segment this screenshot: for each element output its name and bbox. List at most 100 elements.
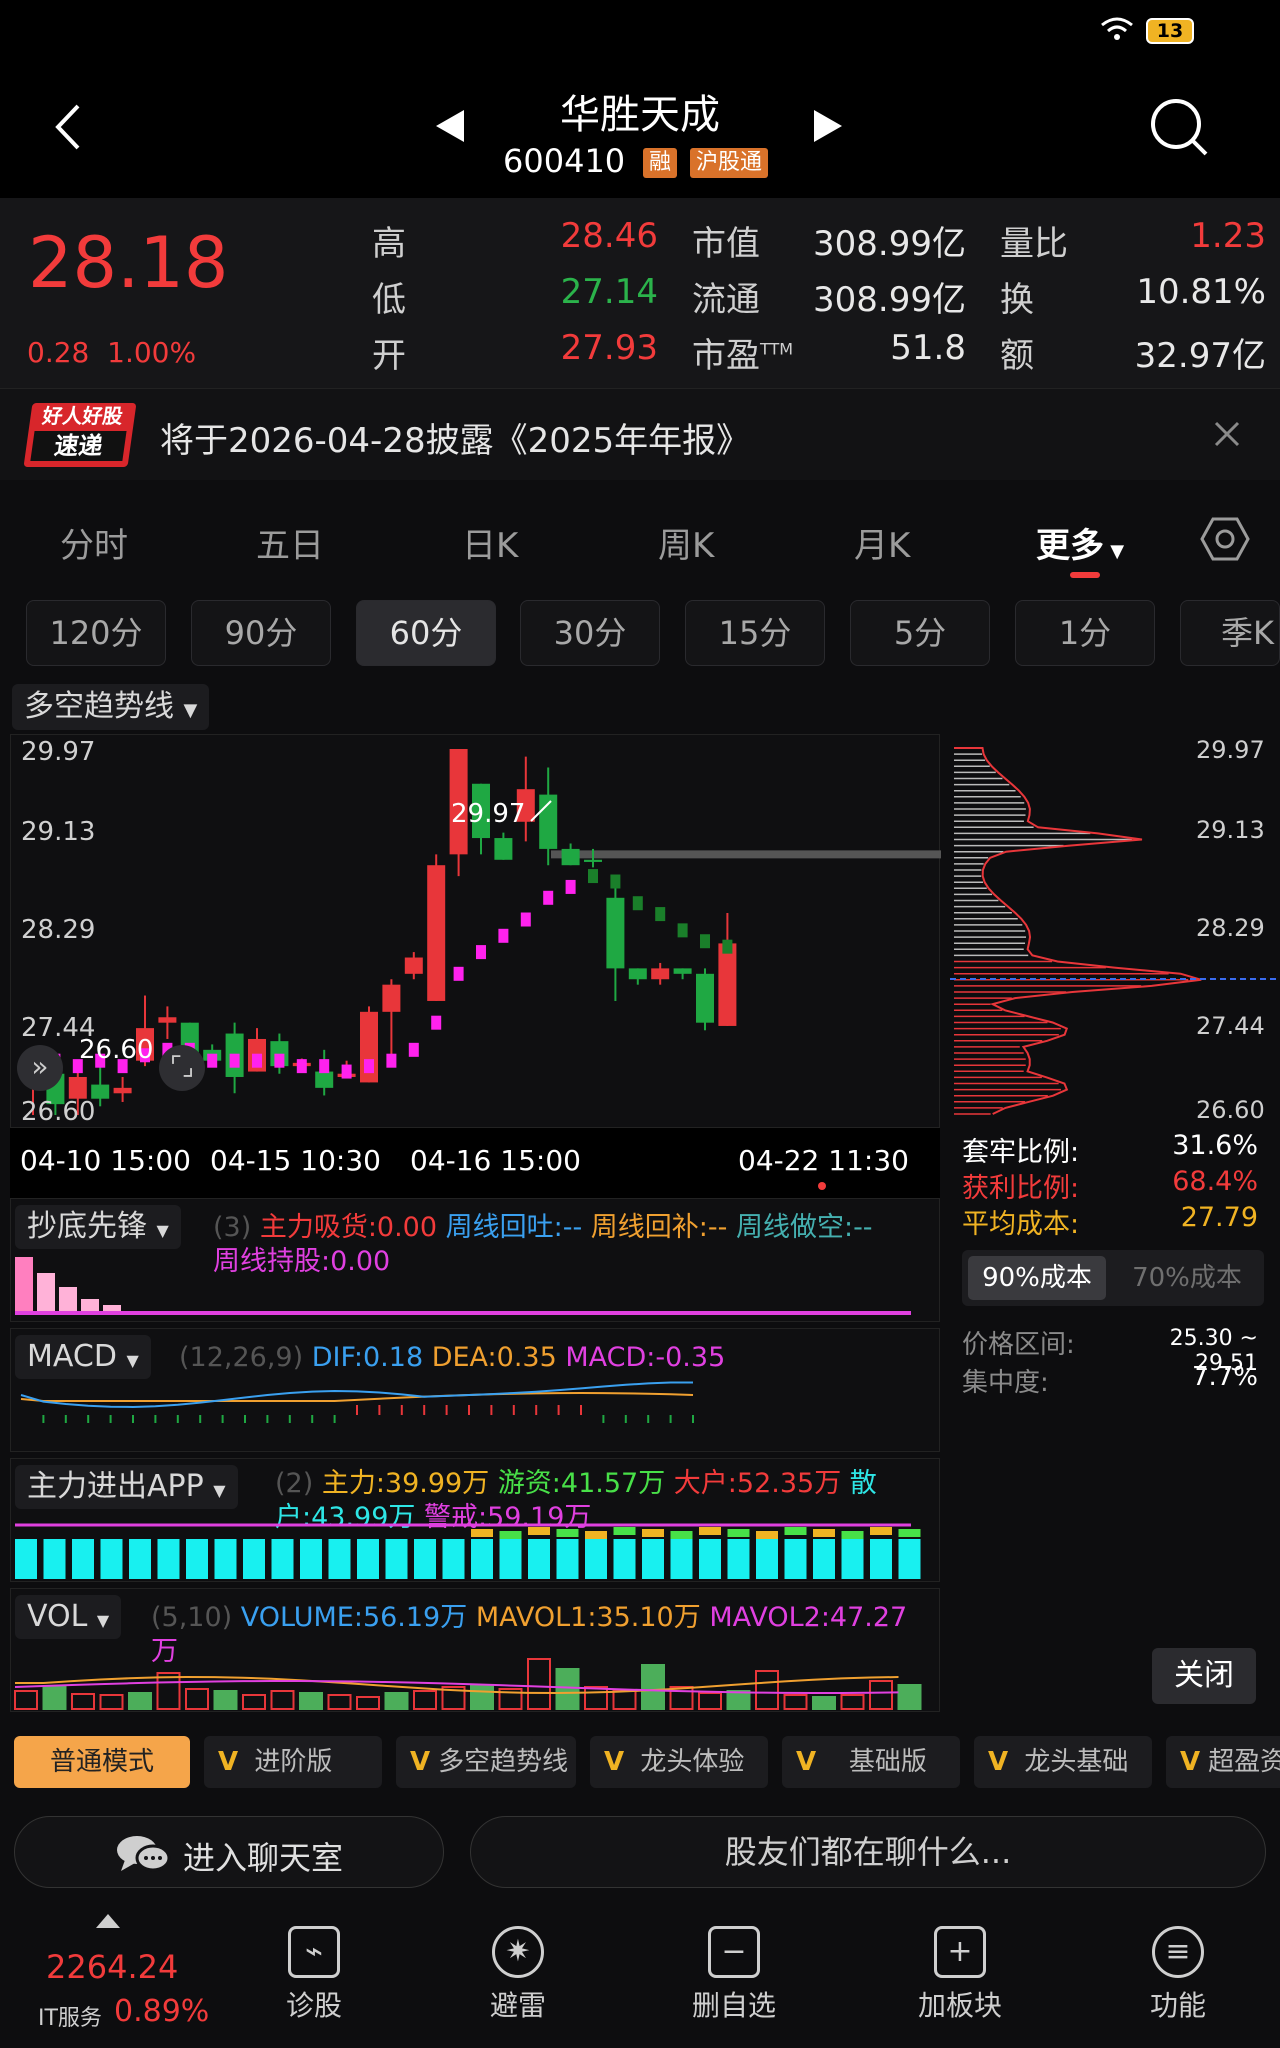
index-value[interactable]: 2264.24 — [46, 1948, 178, 1986]
interval-30[interactable]: 30分 — [520, 600, 660, 666]
close-chip-button[interactable]: 关闭 — [1152, 1648, 1256, 1704]
capital-bar — [214, 1539, 237, 1579]
wifi-icon — [1101, 17, 1133, 40]
tab-month-k[interactable]: 月K — [854, 518, 910, 567]
trend-mark — [252, 1053, 262, 1068]
cost70-button[interactable]: 70%成本 — [1118, 1256, 1256, 1300]
trend-mark — [229, 1053, 240, 1068]
capital-bar — [186, 1539, 208, 1579]
high-value: 28.46 — [560, 216, 658, 256]
mode-super-profit[interactable]: V 超盈资 — [1166, 1736, 1280, 1788]
indicator-panel-volume[interactable]: VOL ▼ (5,10) VOLUME:56.19万 MAVOL1:35.10万… — [10, 1588, 940, 1712]
fullscreen-icon[interactable]: ⌜⌟ — [159, 1045, 205, 1091]
volume-bar — [413, 1690, 437, 1710]
candle-body — [382, 984, 401, 1012]
volratio-label: 量比 — [1000, 224, 1068, 264]
indicator-dropdown[interactable]: 多空趋势线 ▼ — [12, 684, 210, 730]
range-label: 价格区间: — [962, 1330, 1075, 1360]
low-value: 27.14 — [560, 272, 658, 312]
index-name: IT服务 — [38, 2006, 102, 2031]
candle-body — [561, 848, 580, 866]
enter-chat-label: 进入聊天室 — [183, 1839, 344, 1877]
tab-week-k[interactable]: 周K — [658, 518, 714, 567]
candle-body — [494, 838, 513, 860]
capital-bar — [385, 1539, 408, 1579]
chat-prompt[interactable]: 股友们都在聊什么... — [470, 1816, 1266, 1888]
nav-functions[interactable]: ≡ 功能 — [1118, 1926, 1238, 2024]
chip-price-5: 26.60 — [1196, 1096, 1265, 1124]
indicator-panel-capital[interactable]: 主力进出APP ▼ (2) 主力:39.99万 游资:41.57万 大户:52.… — [10, 1458, 940, 1582]
volume-bar — [156, 1672, 181, 1710]
trend-mark — [296, 1059, 307, 1074]
trend-mark — [632, 896, 643, 911]
trend-mark — [319, 1059, 330, 1074]
capital-bar — [100, 1539, 123, 1579]
capital-top-bar — [528, 1527, 550, 1535]
nav-remove-watch[interactable]: − 删自选 — [674, 1926, 794, 2024]
mode-leader-trial[interactable]: V 龙头体验 — [590, 1736, 768, 1788]
interval-5[interactable]: 5分 — [850, 600, 990, 666]
volume-bar — [555, 1668, 580, 1710]
amount-value: 32.97亿 — [1134, 336, 1266, 376]
candle-body — [606, 897, 625, 969]
date-label-1: 04-10 15:00 — [20, 1144, 191, 1177]
tab-5day[interactable]: 五日 — [256, 518, 324, 567]
margin-tag: 融 — [643, 148, 678, 178]
turnover-label: 换 — [1000, 280, 1034, 320]
capital-bar — [72, 1539, 94, 1579]
kline-chart[interactable]: 29.97 29.13 28.29 27.44 26.60 29.97 26.6… — [10, 734, 941, 1128]
mode-normal[interactable]: 普通模式 — [14, 1736, 190, 1788]
tab-intraday[interactable]: 分时 — [60, 518, 128, 567]
capital-bar — [414, 1539, 436, 1579]
chat-bar: 进入聊天室 股友们都在聊什么... — [0, 1802, 1280, 1902]
capital-top-bar — [784, 1527, 807, 1535]
interval-15[interactable]: 15分 — [685, 600, 825, 666]
cost90-button[interactable]: 90%成本 — [968, 1256, 1106, 1300]
interval-1[interactable]: 1分 — [1015, 600, 1155, 666]
open-label: 开 — [372, 336, 406, 376]
mode-trend[interactable]: V 多空趋势线 — [396, 1736, 576, 1788]
interval-120[interactable]: 120分 — [26, 600, 166, 666]
search-icon[interactable] — [1148, 96, 1210, 158]
capital-top-bar — [670, 1531, 693, 1539]
chip-price-2: 29.13 — [1196, 816, 1265, 844]
nav-add-sector[interactable]: + 加板块 — [900, 1926, 1020, 2024]
trend-mark — [364, 1059, 374, 1074]
indicator-panel-bottom-fish[interactable]: 抄底先锋 ▼ (3) 主力吸货:0.00 周线回吐:-- 周线回补:-- 周线做… — [10, 1198, 940, 1322]
high-label: 高 — [372, 224, 406, 264]
nav-avoid-risk[interactable]: ✷ 避雷 — [458, 1926, 578, 2024]
interval-season[interactable]: 季K — [1180, 600, 1280, 666]
capital-bar — [727, 1539, 750, 1579]
enter-chat-button[interactable]: 进入聊天室 — [14, 1816, 444, 1888]
stock-name: 华胜天成 — [560, 92, 720, 138]
expand-left-icon[interactable]: » — [17, 1045, 63, 1091]
open-value: 27.93 — [560, 328, 658, 368]
news-badge-icon: 好人好股 速递 — [23, 403, 137, 467]
indicator-panel-macd[interactable]: MACD ▼ (12,26,9) DIF:0.18 DEA:0.35 MACD:… — [10, 1328, 940, 1452]
candle-body — [404, 957, 423, 974]
mode-basic[interactable]: V 基础版 — [782, 1736, 960, 1788]
battery-level: 13 — [1156, 20, 1184, 42]
nav-diagnose[interactable]: ⌁ 诊股 — [254, 1926, 374, 2024]
close-icon[interactable] — [1214, 421, 1240, 447]
interval-90[interactable]: 90分 — [191, 600, 331, 666]
bottom-fish-plot — [15, 1257, 911, 1315]
minus-box-icon: − — [708, 1926, 760, 1978]
capital-top-bar — [841, 1531, 864, 1539]
interval-60[interactable]: 60分 — [356, 600, 496, 666]
candle-body — [628, 968, 647, 980]
trend-mark — [722, 939, 733, 954]
tab-more[interactable]: 更多 ▼ — [1036, 518, 1124, 567]
concentration-label: 集中度: — [962, 1368, 1049, 1398]
trend-mark — [274, 1053, 285, 1068]
avg-cost-label: 平均成本: — [962, 1209, 1080, 1240]
price-label-bottom: 26.60 — [21, 1097, 96, 1127]
notice-bar[interactable]: 好人好股 速递 将于2026-04-28披露《2025年年报》 — [0, 388, 1280, 480]
kline-interval-bar: 120分 90分 60分 30分 15分 5分 1分 季K — [0, 580, 1280, 680]
mode-advanced[interactable]: V 进阶版 — [204, 1736, 382, 1788]
mode-leader-basic[interactable]: V 龙头基础 — [974, 1736, 1152, 1788]
tab-day-k[interactable]: 日K — [462, 518, 518, 567]
date-label-2: 04-15 10:30 — [210, 1144, 381, 1177]
notice-text: 将于2026-04-28披露《2025年年报》 — [160, 421, 751, 461]
settings-icon[interactable] — [1200, 516, 1250, 562]
